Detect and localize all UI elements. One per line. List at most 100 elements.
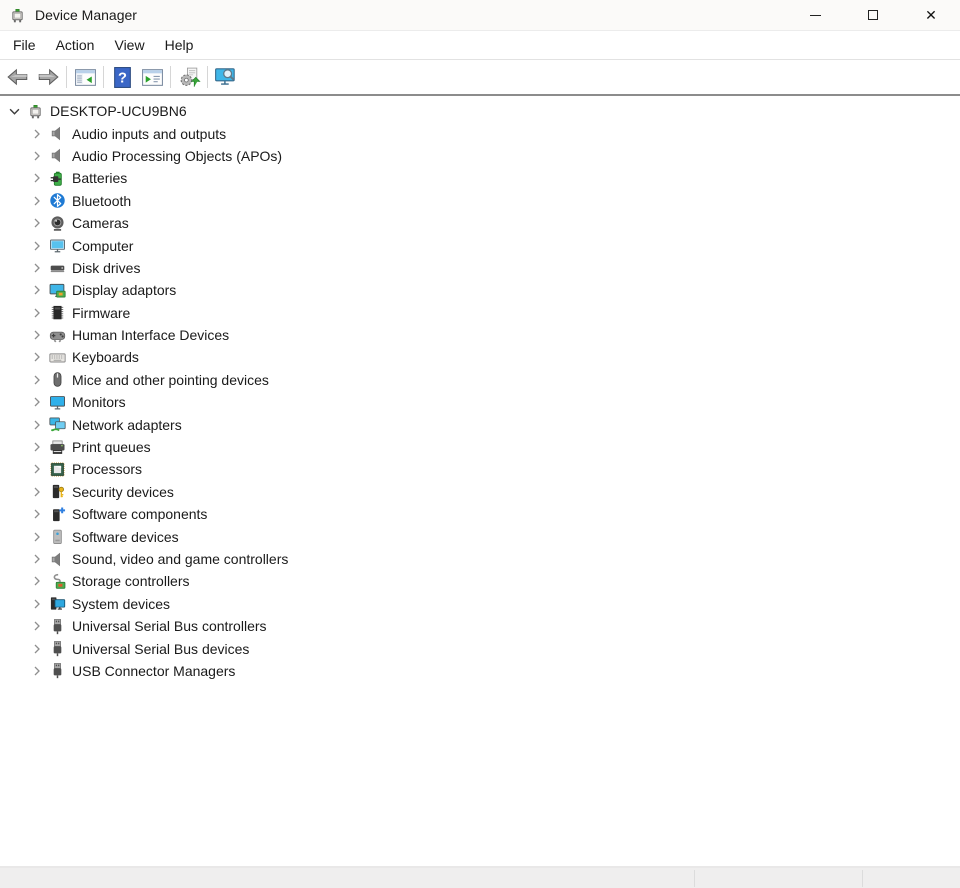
keyboard-icon [48,349,66,366]
chevron-right-icon[interactable] [28,259,45,276]
tree-item-label: Keyboards [72,349,139,365]
tree-item-mice-and-other-pointing-devices[interactable]: Mice and other pointing devices [0,369,960,391]
toolbar-separator [207,66,208,88]
chevron-right-icon[interactable] [28,394,45,411]
speaker-icon [48,125,66,142]
tree-item-batteries[interactable]: Batteries [0,167,960,189]
gamepad-icon [48,327,66,344]
tree-item-security-devices[interactable]: Security devices [0,481,960,503]
tree-item-desktop-ucu9bn6[interactable]: DESKTOP-UCU9BN6 [0,100,960,122]
tree-item-sound-video-and-game-controllers[interactable]: Sound, video and game controllers [0,548,960,570]
chevron-right-icon[interactable] [28,237,45,254]
chevron-right-icon[interactable] [28,215,45,232]
tree-item-computer[interactable]: Computer [0,234,960,256]
back-button[interactable] [3,63,33,91]
battery-icon [48,170,66,187]
toolbar-divider [0,94,960,96]
tree-item-cameras[interactable]: Cameras [0,212,960,234]
tree-item-label: Storage controllers [72,573,190,589]
tree-item-processors[interactable]: Processors [0,458,960,480]
menu-help[interactable]: Help [155,31,204,59]
chevron-right-icon[interactable] [28,282,45,299]
usb-icon [48,662,66,679]
display-adapter-icon [48,282,66,299]
chevron-right-icon[interactable] [28,416,45,433]
chevron-right-icon[interactable] [28,461,45,478]
chevron-right-icon[interactable] [28,327,45,344]
device-manager-window: Device Manager ✕ FileActionViewHelp ? [0,0,960,888]
chevron-right-icon[interactable] [28,640,45,657]
chevron-right-icon[interactable] [28,349,45,366]
tree-item-display-adaptors[interactable]: Display adaptors [0,279,960,301]
tree-item-software-devices[interactable]: Software devices [0,525,960,547]
tree-item-keyboards[interactable]: Keyboards [0,346,960,368]
tree-item-network-adapters[interactable]: Network adapters [0,413,960,435]
speaker-icon [48,147,66,164]
tree-item-label: Universal Serial Bus devices [72,641,249,657]
chevron-right-icon[interactable] [28,125,45,142]
console-tree-icon [74,66,97,89]
tree-item-firmware[interactable]: Firmware [0,302,960,324]
tree-item-disk-drives[interactable]: Disk drives [0,257,960,279]
chevron-right-icon[interactable] [28,573,45,590]
tree-item-label: Software devices [72,529,179,545]
chevron-right-icon[interactable] [28,147,45,164]
chevron-down-icon[interactable] [6,103,23,120]
chevron-right-icon[interactable] [28,371,45,388]
chevron-right-icon[interactable] [28,595,45,612]
toolbar-separator [103,66,104,88]
tree-item-usb-connector-managers[interactable]: USB Connector Managers [0,660,960,682]
window-controls: ✕ [786,0,960,30]
properties-button[interactable] [137,63,167,91]
storage-icon [48,573,66,590]
tree-item-audio-inputs-and-outputs[interactable]: Audio inputs and outputs [0,122,960,144]
close-button[interactable]: ✕ [902,0,960,30]
show-console-tree-button[interactable] [70,63,100,91]
tree-item-print-queues[interactable]: Print queues [0,436,960,458]
security-key-icon [48,483,66,500]
tree-item-label: Universal Serial Bus controllers [72,618,267,634]
chevron-right-icon[interactable] [28,483,45,500]
chevron-right-icon[interactable] [28,662,45,679]
tree-item-software-components[interactable]: Software components [0,503,960,525]
system-icon [48,595,66,612]
tree-item-human-interface-devices[interactable]: Human Interface Devices [0,324,960,346]
tree-item-bluetooth[interactable]: Bluetooth [0,190,960,212]
tree-item-label: Processors [72,461,142,477]
tree-item-label: Cameras [72,215,129,231]
menu-file[interactable]: File [3,31,46,59]
chevron-right-icon[interactable] [28,304,45,321]
tree-item-label: Audio inputs and outputs [72,126,226,142]
chevron-right-icon[interactable] [28,551,45,568]
tree-item-label: Disk drives [72,260,140,276]
chevron-right-icon[interactable] [28,439,45,456]
chevron-right-icon[interactable] [28,618,45,635]
tree-item-audio-processing-objects-apos[interactable]: Audio Processing Objects (APOs) [0,145,960,167]
tree-item-monitors[interactable]: Monitors [0,391,960,413]
tree-item-label: Computer [72,238,133,254]
tree-item-universal-serial-bus-controllers[interactable]: Universal Serial Bus controllers [0,615,960,637]
titlebar: Device Manager ✕ [0,0,960,30]
tree-item-label: USB Connector Managers [72,663,235,679]
minimize-button[interactable] [786,0,844,30]
tree-item-universal-serial-bus-devices[interactable]: Universal Serial Bus devices [0,637,960,659]
scan-for-hardware-changes-button[interactable] [174,63,204,91]
toolbar: ? [0,60,960,94]
menu-action[interactable]: Action [46,31,105,59]
bluetooth-icon [48,192,66,209]
chevron-right-icon[interactable] [28,528,45,545]
remote-computer-button[interactable] [211,63,241,91]
tree-item-label: Human Interface Devices [72,327,229,343]
chevron-right-icon[interactable] [28,506,45,523]
help-button[interactable]: ? [107,63,137,91]
forward-button[interactable] [33,63,63,91]
usb-icon [48,618,66,635]
chevron-right-icon[interactable] [28,192,45,209]
tree-item-storage-controllers[interactable]: Storage controllers [0,570,960,592]
menu-view[interactable]: View [104,31,154,59]
device-tree: DESKTOP-UCU9BN6 Audio inputs and outputs… [0,98,960,864]
close-icon: ✕ [925,8,937,22]
chevron-right-icon[interactable] [28,170,45,187]
tree-item-system-devices[interactable]: System devices [0,593,960,615]
maximize-button[interactable] [844,0,902,30]
